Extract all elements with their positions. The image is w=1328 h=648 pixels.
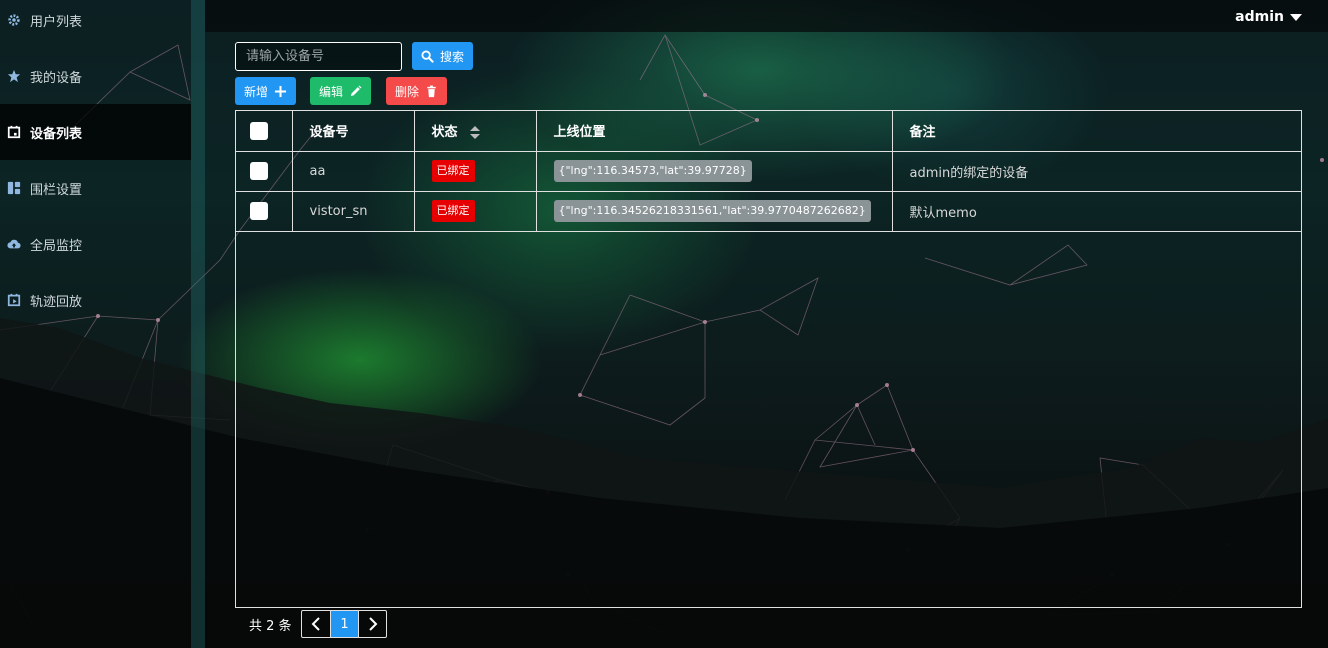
chevron-left-icon [311,617,320,631]
sidebar-item-label: 轨迹回放 [30,294,83,310]
device-table: 设备号 状态 上线位置 备注 aa 已绑定 {"lng":116.34573,"… [235,110,1302,608]
trash-icon [427,85,436,97]
cloud-upload-icon [6,236,22,252]
pencil-icon [350,85,362,96]
edit-button[interactable]: 编辑 [310,77,371,105]
device-sn-cell: vistor_sn [291,190,415,232]
location-badge: {"lng":116.34573,"lat":39.97728} [553,159,752,183]
status-cell: 已绑定 [413,190,537,232]
user-menu[interactable]: admin [1235,0,1302,34]
add-button-label: 新增 [243,84,268,99]
pagination-total: 共 2 条 [249,618,292,634]
header-status-label: 状态 [431,125,458,141]
header-select-cell [236,111,293,152]
next-page-button[interactable] [358,611,386,637]
calendar-icon [6,124,22,140]
gear-icon [6,12,22,28]
search-button-label: 搜索 [439,49,464,64]
top-header: admin [205,0,1328,32]
row-select-cell [236,190,293,232]
edit-button-label: 编辑 [318,84,343,99]
sidebar-item-label: 全局监控 [30,238,83,254]
sidebar-item-label: 设备列表 [30,126,83,142]
sidebar-item-device-list[interactable]: 设备列表 [0,104,191,160]
sidebar-item-label: 围栏设置 [30,182,83,198]
location-badge: {"lng":116.34526218331561,"lat":39.97704… [553,199,871,223]
pagination: 1 [301,610,387,638]
location-cell: {"lng":116.34526218331561,"lat":39.97704… [535,190,893,232]
sidebar-accent-strip [191,0,205,648]
caret-down-icon [1290,13,1302,21]
location-cell: {"lng":116.34573,"lat":39.97728} [535,150,893,192]
page-number-button[interactable]: 1 [330,611,358,637]
sidebar-item-label: 用户列表 [30,14,83,30]
device-search-input[interactable] [235,42,402,71]
header-status[interactable]: 状态 [413,111,537,152]
device-sn-cell: aa [291,150,415,192]
status-cell: 已绑定 [413,150,537,192]
memo-cell: admin的绑定的设备 [891,150,1302,192]
table-row: vistor_sn 已绑定 {"lng":116.34526218331561,… [236,190,1302,232]
add-button[interactable]: 新增 [235,77,296,105]
prev-page-button[interactable] [302,611,330,637]
status-badge: 已绑定 [431,160,475,182]
sidebar-item-my-devices[interactable]: 我的设备 [0,48,191,104]
header-device-sn: 设备号 [291,111,415,152]
table-row: aa 已绑定 {"lng":116.34573,"lat":39.97728} … [236,150,1302,192]
row-select-cell [236,150,293,192]
header-location: 上线位置 [535,111,893,152]
row-checkbox[interactable] [250,202,268,220]
calendar-play-icon [6,292,22,308]
row-checkbox[interactable] [250,162,268,180]
star-icon [6,68,22,84]
delete-button[interactable]: 删除 [386,77,447,105]
sidebar: 用户列表 我的设备 设备列表 围栏设置 全局监控 轨迹回放 [0,0,205,648]
memo-cell: 默认memo [891,190,1302,232]
sidebar-item-global-monitor[interactable]: 全局监控 [0,216,191,272]
grid-icon [6,180,22,196]
delete-button-label: 删除 [394,84,419,99]
status-badge: 已绑定 [431,200,475,222]
header-memo: 备注 [891,111,1302,152]
sidebar-item-fence-settings[interactable]: 围栏设置 [0,160,191,216]
sidebar-item-track-playback[interactable]: 轨迹回放 [0,272,191,328]
chevron-right-icon [368,617,377,631]
sidebar-item-user-list[interactable]: 用户列表 [0,0,191,48]
search-icon [421,49,434,63]
username: admin [1235,9,1284,25]
sort-icon [470,126,481,140]
search-button[interactable]: 搜索 [412,42,473,70]
sidebar-item-label: 我的设备 [30,70,83,86]
table-header-row: 设备号 状态 上线位置 备注 [236,111,1302,152]
plus-icon [274,85,287,97]
select-all-checkbox[interactable] [250,121,268,140]
